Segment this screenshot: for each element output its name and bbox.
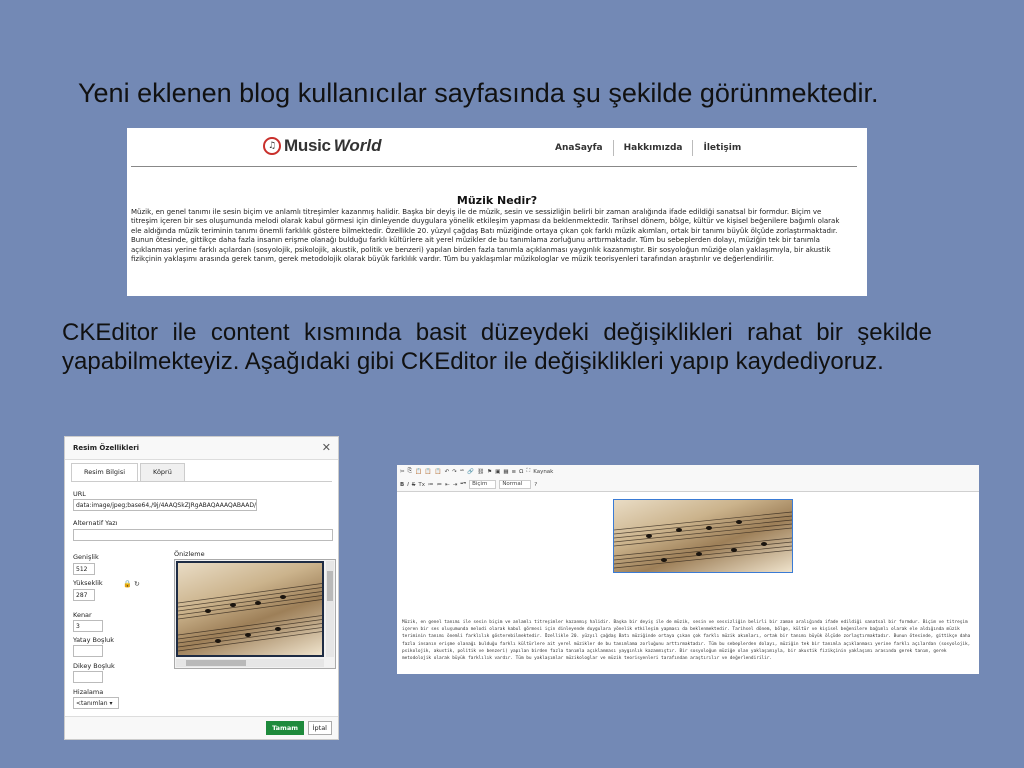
strike-icon[interactable]: S (412, 482, 416, 488)
url-label: URL (73, 490, 86, 498)
nav-iletisim[interactable]: İletişim (693, 143, 751, 153)
help-icon[interactable]: ? (534, 482, 537, 488)
vinyl-disc-icon: ♫ (263, 137, 281, 155)
toolbar-row-1: ✂ ⎘ 📋 📋 📋 ↶ ↷ ᵃᵇ 🔗 ⛓ ⚑ ▣ ▦ ≡ Ω ⛶ Kaynak (400, 468, 553, 475)
close-icon[interactable]: ✕ (322, 441, 331, 454)
copy-icon[interactable]: ⎘ (408, 468, 412, 475)
sheet-music-image (176, 561, 324, 657)
horizontal-rule-icon[interactable]: ≡ (512, 469, 517, 475)
slide-paragraph: CKEditor ile content kısmında basit düze… (62, 319, 932, 375)
logo-music-text: Music (284, 136, 331, 155)
editor-sheet-music-image[interactable] (613, 499, 793, 573)
image-properties-dialog: Resim Özellikleri ✕ Resim Bilgisi Köprü … (64, 436, 339, 740)
paste-word-icon[interactable]: 📋 (435, 469, 442, 475)
numbered-list-icon[interactable]: ≔ (428, 482, 434, 488)
blockquote-icon[interactable]: ❝❞ (460, 482, 466, 488)
preview-vertical-scrollbar[interactable] (326, 561, 334, 657)
site-logo[interactable]: ♫ Music World (263, 136, 382, 156)
align-label: Hizalama (73, 688, 104, 696)
vspace-input[interactable] (73, 671, 103, 683)
outdent-icon[interactable]: ⇤ (445, 482, 450, 488)
source-button[interactable]: Kaynak (533, 469, 553, 475)
align-select-value: <tanımlan (76, 700, 108, 707)
hspace-label: Yatay Boşluk (73, 636, 115, 644)
table-icon[interactable]: ▦ (503, 469, 508, 475)
lock-ratio-icon[interactable]: 🔒 ↻ (123, 580, 140, 588)
unlink-icon[interactable]: ⛓ (477, 469, 484, 475)
redo-icon[interactable]: ↷ (452, 469, 457, 475)
italic-icon[interactable]: I (407, 482, 409, 488)
bulleted-list-icon[interactable]: ≔ (436, 482, 442, 488)
link-icon[interactable]: 🔗 (467, 469, 474, 475)
spellcheck-icon[interactable]: ᵃᵇ (460, 469, 465, 475)
dialog-header: Resim Özellikleri ✕ (65, 437, 338, 460)
special-char-icon[interactable]: Ω (519, 469, 523, 475)
cut-icon[interactable]: ✂ (400, 469, 405, 475)
editor-body-text[interactable]: Müzik, en genel tanımı ile sesin biçim v… (402, 619, 971, 662)
preview-horizontal-scrollbar[interactable] (176, 659, 324, 667)
image-icon[interactable]: ▣ (495, 469, 500, 475)
cancel-button[interactable]: İptal (307, 721, 332, 735)
logo-world-text: World (333, 136, 382, 155)
bold-icon[interactable]: B (400, 482, 404, 488)
dialog-title: Resim Özellikleri (73, 444, 140, 452)
site-nav: AnaSayfa Hakkımızda İletişim (545, 140, 751, 156)
indent-icon[interactable]: ⇥ (453, 482, 458, 488)
border-input[interactable]: 3 (73, 620, 103, 632)
maximize-icon[interactable]: ⛶ (526, 468, 530, 475)
hspace-input[interactable] (73, 645, 103, 657)
paste-icon[interactable]: 📋 (415, 469, 422, 475)
toolbar-row-2: B I S Tx ≔ ≔ ⇤ ⇥ ❝❞ Biçim Normal ? (400, 480, 537, 489)
alt-text-label: Alternatif Yazı (73, 519, 118, 527)
musicworld-screenshot: ♫ Music World AnaSayfa Hakkımızda İletiş… (127, 128, 867, 296)
anchor-icon[interactable]: ⚑ (487, 469, 492, 475)
style-dropdown[interactable]: Normal (499, 480, 532, 489)
ok-button[interactable]: Tamam (266, 721, 304, 735)
header-divider (131, 166, 857, 167)
paste-text-icon[interactable]: 📋 (425, 469, 432, 475)
border-label: Kenar (73, 611, 92, 619)
alt-text-input[interactable] (73, 529, 333, 541)
article-title: Müzik Nedir? (456, 194, 538, 207)
format-dropdown[interactable]: Biçim (469, 480, 497, 489)
editor-toolbar: ✂ ⎘ 📋 📋 📋 ↶ ↷ ᵃᵇ 🔗 ⛓ ⚑ ▣ ▦ ≡ Ω ⛶ Kaynak … (397, 465, 979, 492)
tab-image-info[interactable]: Resim Bilgisi (71, 463, 139, 482)
article-body: Müzik, en genel tanımı ile sesin biçim v… (131, 208, 840, 264)
nav-anasayfa[interactable]: AnaSayfa (545, 143, 613, 153)
width-input[interactable]: 512 (73, 563, 95, 575)
height-label: Yükseklik (73, 579, 103, 587)
slide-heading: Yeni eklenen blog kullanıcılar sayfasınd… (78, 78, 879, 108)
tab-link[interactable]: Köprü (140, 463, 185, 482)
undo-icon[interactable]: ↶ (445, 469, 450, 475)
ckeditor: ✂ ⎘ 📋 📋 📋 ↶ ↷ ᵃᵇ 🔗 ⛓ ⚑ ▣ ▦ ≡ Ω ⛶ Kaynak … (397, 465, 979, 674)
dialog-tabs: Resim Bilgisi Köprü (71, 463, 187, 482)
width-label: Genişlik (73, 553, 99, 561)
image-preview (174, 559, 336, 669)
music-staff-drawing (614, 511, 792, 569)
music-staff-drawing (178, 583, 322, 652)
remove-format-icon[interactable]: Tx (418, 482, 425, 488)
preview-label: Önizleme (174, 550, 205, 558)
nav-hakkimizda[interactable]: Hakkımızda (614, 143, 693, 153)
url-input[interactable]: data:image/jpeg;base64,/9j/4AAQSkZJRgABA… (73, 499, 257, 511)
tab-underline (71, 481, 332, 482)
height-input[interactable]: 287 (73, 589, 95, 601)
vspace-label: Dikey Boşluk (73, 662, 115, 670)
align-select[interactable]: <tanımlan ▾ (73, 697, 119, 709)
dialog-footer: Tamam İptal (65, 716, 338, 739)
